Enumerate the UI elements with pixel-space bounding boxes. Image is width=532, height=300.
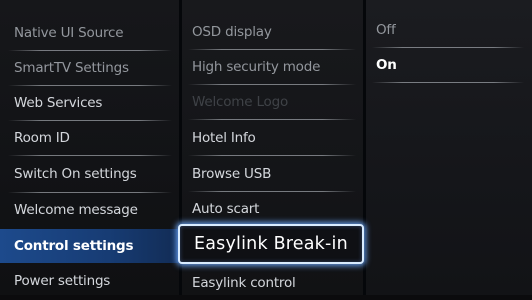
submenu-item-browse-usb[interactable]: Browse USB xyxy=(180,157,364,191)
option-off[interactable]: Off xyxy=(364,13,532,47)
menu-item-web-services[interactable]: Web Services xyxy=(0,86,180,120)
submenu-item-high-security-mode[interactable]: High security mode xyxy=(180,50,364,84)
submenu-item-osd-display[interactable]: OSD display xyxy=(180,15,364,49)
menu-item-room-id[interactable]: Room ID xyxy=(0,121,180,155)
menu-separator xyxy=(372,82,524,83)
menu-item-smarttv-settings[interactable]: SmartTV Settings xyxy=(0,51,180,85)
submenu-item-easylink-break-in[interactable]: Easylink Break-in xyxy=(178,224,364,264)
submenu-item-welcome-logo: Welcome Logo xyxy=(192,94,289,110)
menu-item-native-ui-source[interactable]: Native UI Source xyxy=(0,16,180,50)
menu-separator xyxy=(8,155,172,156)
submenu-item-hotel-info[interactable]: Hotel Info xyxy=(180,121,364,155)
menu-item-power-settings[interactable]: Power settings xyxy=(0,264,180,298)
menu-separator xyxy=(188,119,356,120)
submenu-item-auto-scart[interactable]: Auto scart xyxy=(180,192,364,226)
option-values-column: Off On xyxy=(364,0,532,295)
menu-item-switch-on-settings[interactable]: Switch On settings xyxy=(0,157,180,191)
settings-menu-column: Native UI Source SmartTV Settings Web Se… xyxy=(0,0,180,295)
menu-item-control-settings[interactable]: Control settings xyxy=(0,229,180,263)
menu-item-welcome-message[interactable]: Welcome message xyxy=(0,193,180,227)
menu-separator xyxy=(188,155,356,156)
option-on[interactable]: On xyxy=(364,48,532,82)
